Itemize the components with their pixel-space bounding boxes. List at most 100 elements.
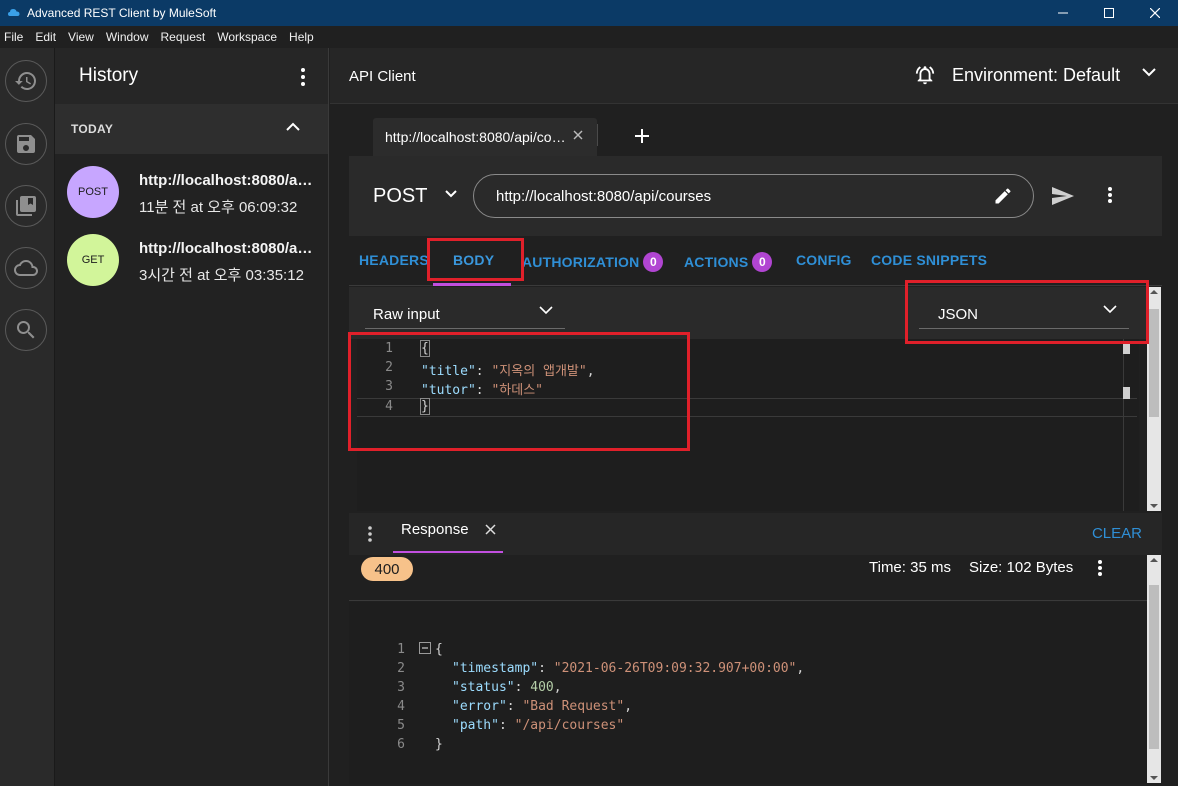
tab-code-snippets[interactable]: CODE SNIPPETS [871,252,987,268]
tab-authorization-label: AUTHORIZATION [522,254,640,270]
clear-button[interactable]: CLEAR [1092,525,1142,542]
line-number: 2 [397,661,405,676]
add-tab-icon[interactable] [634,128,650,144]
minimize-button[interactable] [1040,0,1086,26]
more-vert-icon[interactable] [1097,559,1103,577]
history-group-label: TODAY [71,122,114,136]
json-comma: , [624,699,633,714]
more-vert-icon[interactable] [300,68,306,86]
request-panel: POST http://localhost:8080/api/courses H… [348,156,1162,785]
history-item-get[interactable]: GET http://localhost:8080/api/courses 3시… [55,234,328,294]
chevron-up-icon[interactable] [286,122,300,131]
json-separator: : [506,699,523,714]
actions-count-badge: 0 [752,252,773,272]
app-header: API Client Environment: Default [330,48,1178,104]
response-scrollbar[interactable] [1147,555,1161,783]
tab-headers[interactable]: HEADERS [359,252,429,268]
tab-actions[interactable]: ACTIONS 0 [684,252,773,272]
bell-ring-icon[interactable] [914,64,936,86]
scroll-down-icon[interactable] [1147,773,1161,783]
url-input[interactable]: http://localhost:8080/api/courses [473,174,1034,218]
url-input-value: http://localhost:8080/api/courses [496,188,712,205]
scrollbar-thumb[interactable] [1149,585,1159,749]
json-key: "path" [452,718,499,733]
method-selector[interactable]: POST [373,185,427,208]
response-tab[interactable]: Response [401,521,469,538]
line-number: 6 [397,737,405,752]
menu-request[interactable]: Request [161,30,206,44]
cloud-icon [14,260,38,276]
history-item-url: http://localhost:8080/api/courses [139,172,321,189]
scroll-up-icon[interactable] [1147,287,1161,297]
code-text: } [435,737,443,752]
tab-actions-label: ACTIONS [684,254,749,270]
response-time: Time: 35 ms [869,559,951,576]
response-tab-indicator [393,551,503,553]
tab-config[interactable]: CONFIG [796,252,852,268]
tab-divider [597,124,598,146]
method-badge-get: GET [67,234,119,286]
rail-projects-button[interactable] [5,185,47,227]
line-number: 3 [397,680,405,695]
editor-overview-marker [1123,387,1130,399]
close-window-button[interactable] [1132,0,1178,26]
menu-bar: File Edit View Window Request Workspace … [0,26,1178,48]
response-size: Size: 102 Bytes [969,559,1074,576]
scroll-up-icon[interactable] [1147,555,1161,565]
code-text: "path": "/api/courses" [452,718,624,733]
history-item-time: 3시간 전 at 오후 03:35:12 [139,267,304,284]
menu-file[interactable]: File [4,30,23,44]
menu-window[interactable]: Window [106,30,149,44]
window-controls [1040,0,1178,26]
highlight-body-editor [348,332,690,451]
json-value: 400 [530,680,554,695]
menu-view[interactable]: View [68,30,94,44]
more-vert-icon[interactable] [1107,186,1113,204]
library-icon [16,196,36,216]
environment-selector[interactable]: Environment: Default [952,65,1120,86]
menu-workspace[interactable]: Workspace [217,30,277,44]
close-icon[interactable] [485,524,496,535]
body-scrollbar[interactable] [1147,287,1161,511]
code-line: 6 } [349,737,1129,756]
code-line: 2 "timestamp": "2021-06-26T09:09:32.907+… [349,661,1129,680]
history-title: History [79,65,139,86]
maximize-icon [1104,8,1114,18]
more-vert-icon[interactable] [367,526,373,542]
menu-edit[interactable]: Edit [35,30,56,44]
maximize-button[interactable] [1086,0,1132,26]
rail-cloud-button[interactable] [5,247,47,289]
line-number: 1 [397,642,405,657]
highlight-body-tab [427,238,524,281]
chevron-down-icon[interactable] [1142,68,1156,77]
rail-history-button[interactable] [5,60,47,102]
menu-help[interactable]: Help [289,30,314,44]
code-text: "error": "Bad Request", [452,699,632,714]
minimize-icon [1058,12,1068,14]
response-header: Response CLEAR [349,513,1162,555]
edit-pencil-icon[interactable] [993,186,1013,206]
send-icon[interactable] [1051,186,1075,206]
title-bar: Advanced REST Client by MuleSoft [0,0,1178,26]
rail-search-button[interactable] [5,309,47,351]
scrollbar-thumb[interactable] [1149,309,1159,417]
tab-authorization[interactable]: AUTHORIZATION 0 [522,252,664,272]
json-separator: : [538,661,554,676]
history-item-url: http://localhost:8080/api/courses [139,240,321,257]
chevron-down-icon [539,306,553,315]
url-bar: POST http://localhost:8080/api/courses [349,156,1162,236]
history-group-today[interactable]: TODAY [55,104,328,154]
code-text: "status": 400, [452,680,562,695]
json-value: "2021-06-26T09:09:32.907+00:00" [553,661,797,676]
rail-saved-button[interactable] [5,123,47,165]
code-line: 5 "path": "/api/courses" [349,718,1129,737]
response-code-viewer[interactable]: 1 { 2 "timestamp": "2021-06-26T09:09:32.… [349,602,1147,784]
request-tab[interactable]: http://localhost:8080/api/courses [373,118,597,156]
close-icon [1150,8,1160,18]
chevron-down-icon[interactable] [445,190,457,198]
input-mode-select[interactable]: Raw input [365,297,565,329]
save-icon [17,135,35,153]
close-tab-icon[interactable] [573,130,583,140]
scroll-down-icon[interactable] [1147,501,1161,511]
history-item-post[interactable]: POST http://localhost:8080/api/courses 1… [55,162,328,222]
